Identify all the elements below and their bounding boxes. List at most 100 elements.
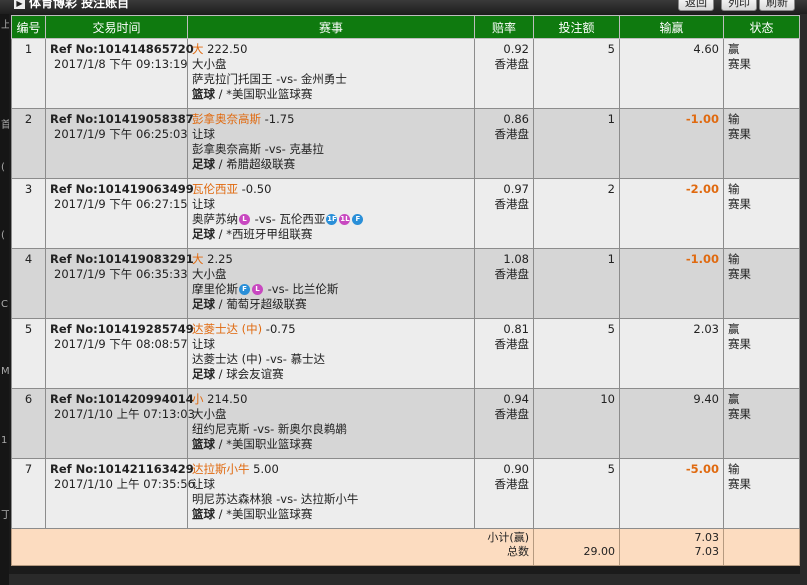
status-label: 赛果 [728,57,751,71]
status-cell: 赢赛果 [723,318,800,389]
winloss-amount: -5.00 [685,462,719,476]
table-row: 6 Ref No:101420994014 2017/1/10 上午 07:13:0… [11,388,800,459]
table-row: 5 Ref No:101419285749 2017/1/9 下午 08:08:57… [11,318,800,389]
league: *美国职业篮球赛 [226,437,313,451]
result-label: 赢 [728,392,740,406]
ref-number: Ref No:101420994014 [50,392,194,406]
home-team: 明尼苏达森林狼 [192,492,273,506]
league: 葡萄牙超级联赛 [226,297,307,311]
col-header-odds: 赔率 [474,15,534,39]
summary-winloss: 7.03 7.03 [619,528,724,566]
match-info-icon[interactable]: 1L [339,214,351,225]
status-label: 赛果 [728,337,751,351]
odds-value: 0.94 [503,392,529,406]
away-team: 比兰伦斯 [292,282,339,296]
odds-value: 0.90 [503,462,529,476]
winloss-cell: -1.00 [619,248,724,319]
summary-stake: 29.00 [533,528,620,566]
bet-line: -1.75 [264,112,295,126]
odds-type: 香港盘 [494,477,530,491]
stake-amount: 1 [533,248,620,319]
ref-number: Ref No:101419285749 [50,322,194,336]
collapse-arrow-icon[interactable]: ▶ [14,0,25,9]
match-info-icon[interactable]: F [239,284,250,295]
summary-status [723,528,800,566]
status-label: 赛果 [728,197,751,211]
result-label: 赢 [728,42,740,56]
versus: -vs- [276,492,298,506]
home-team: 达菱士达 (中) [192,352,263,366]
left-edge-strip: 上 首 ( ( C M 1 丁 [0,14,11,585]
status-cell: 赢赛果 [723,38,800,109]
bet-time-cell: Ref No:101420994014 2017/1/10 上午 07:13:03 [45,388,195,459]
refresh-button[interactable]: 刷新 [759,0,795,11]
winloss-cell: 9.40 [619,388,724,459]
event-cell: 瓦伦西亚 -0.50 让球 奥萨苏纳 L -vs- 瓦伦西亚 1F 1L F 足球 / *西班… [187,178,475,249]
bet-time-cell: Ref No:101419058387 2017/1/9 下午 06:25:03 [45,108,194,179]
bet-number: 5 [11,318,46,389]
bet-time: 2017/1/10 上午 07:35:56 [54,477,195,491]
match-info-icon[interactable]: L [252,284,263,295]
bet-line: -0.75 [265,322,296,336]
event-cell: 大 222.50 大小盘 萨克拉门托国王 -vs- 金州勇士 篮球 / *美国职业篮球… [187,38,475,109]
away-team: 克基拉 [289,142,324,156]
odds-cell: 0.86 香港盘 [474,108,534,179]
winloss-cell: 4.60 [619,38,724,109]
bet-time: 2017/1/8 下午 09:13:19 [54,57,188,71]
table-row: 4 Ref No:101419083291 2017/1/9 下午 06:35:33… [11,248,800,319]
match-info-icon[interactable]: 1F [326,214,338,225]
subtotal-label: 小计(赢) [487,531,529,544]
matchup: 摩里伦斯 F L -vs- 比兰伦斯 [192,282,470,297]
odds-value: 0.86 [503,112,529,126]
summary-labels: 小计(赢) 总数 [11,528,534,566]
home-team: 萨克拉门托国王 [192,72,273,86]
total-stake: 29.00 [583,545,616,558]
table-row: 2 Ref No:101419058387 2017/1/9 下午 06:25:03… [11,108,800,179]
event-cell: 彭拿奥奈高斯 -1.75 让球 彭拿奥奈高斯 -vs- 克基拉 足球 / 希腊超级联赛 [187,108,475,179]
sport: 足球 [192,297,215,311]
back-button[interactable]: 返回 [678,0,714,11]
stake-amount: 1 [533,108,620,179]
away-team: 瓦伦西亚 [279,212,326,226]
sport: 足球 [192,367,215,381]
stake-amount: 2 [533,178,620,249]
winloss-cell: 2.03 [619,318,724,389]
print-button[interactable]: 列印 [721,0,757,11]
stake-amount: 5 [533,38,620,109]
match-info-icon[interactable]: L [239,214,250,225]
odds-type: 香港盘 [494,197,530,211]
versus: -vs- [267,282,289,296]
match-info-icon[interactable]: F [352,214,364,225]
col-header-time: 交易时间 [45,15,188,39]
bet-type: 大小盘 [192,57,227,71]
ref-number: Ref No:101419083291 [50,252,194,266]
subtotal-winloss: 7.03 [694,531,720,544]
table-row: 7 Ref No:101421163429 2017/1/10 上午 07:35:5… [11,458,800,529]
sport: 足球 [192,157,215,171]
bet-pick: 达菱士达 (中) [192,322,263,336]
matchup: 奥萨苏纳 L -vs- 瓦伦西亚 1F 1L F [192,212,470,227]
bet-type: 大小盘 [192,267,227,281]
ref-number: Ref No:101419058387 [50,112,194,126]
home-team: 彭拿奥奈高斯 [192,142,261,156]
odds-cell: 0.81 香港盘 [474,318,534,389]
status-label: 赛果 [728,127,751,141]
table-row: 3 Ref No:101419063499 2017/1/9 下午 06:27:15… [11,178,800,249]
bet-line: 5.00 [253,462,279,476]
bet-type: 让球 [192,337,215,351]
home-team: 纽约尼克斯 [192,422,250,436]
bet-time: 2017/1/9 下午 06:25:03 [54,127,188,141]
sport: 篮球 [192,507,215,521]
status-label: 赛果 [728,477,751,491]
odds-type: 香港盘 [494,127,530,141]
bet-time-cell: Ref No:101419285749 2017/1/9 下午 08:08:57 [45,318,194,389]
versus: -vs- [264,142,286,156]
matchup: 纽约尼克斯 -vs- 新奥尔良鹈鹕 [192,422,470,437]
odds-cell: 0.94 香港盘 [474,388,534,459]
summary-row: 小计(赢) 总数 29.00 7.03 7.03 [11,528,800,566]
odds-cell: 0.92 香港盘 [474,38,534,109]
col-header-no: 编号 [11,15,46,39]
winloss-cell: -2.00 [619,178,724,249]
bet-type: 让球 [192,127,215,141]
ref-number: Ref No:101421163429 [50,462,194,476]
